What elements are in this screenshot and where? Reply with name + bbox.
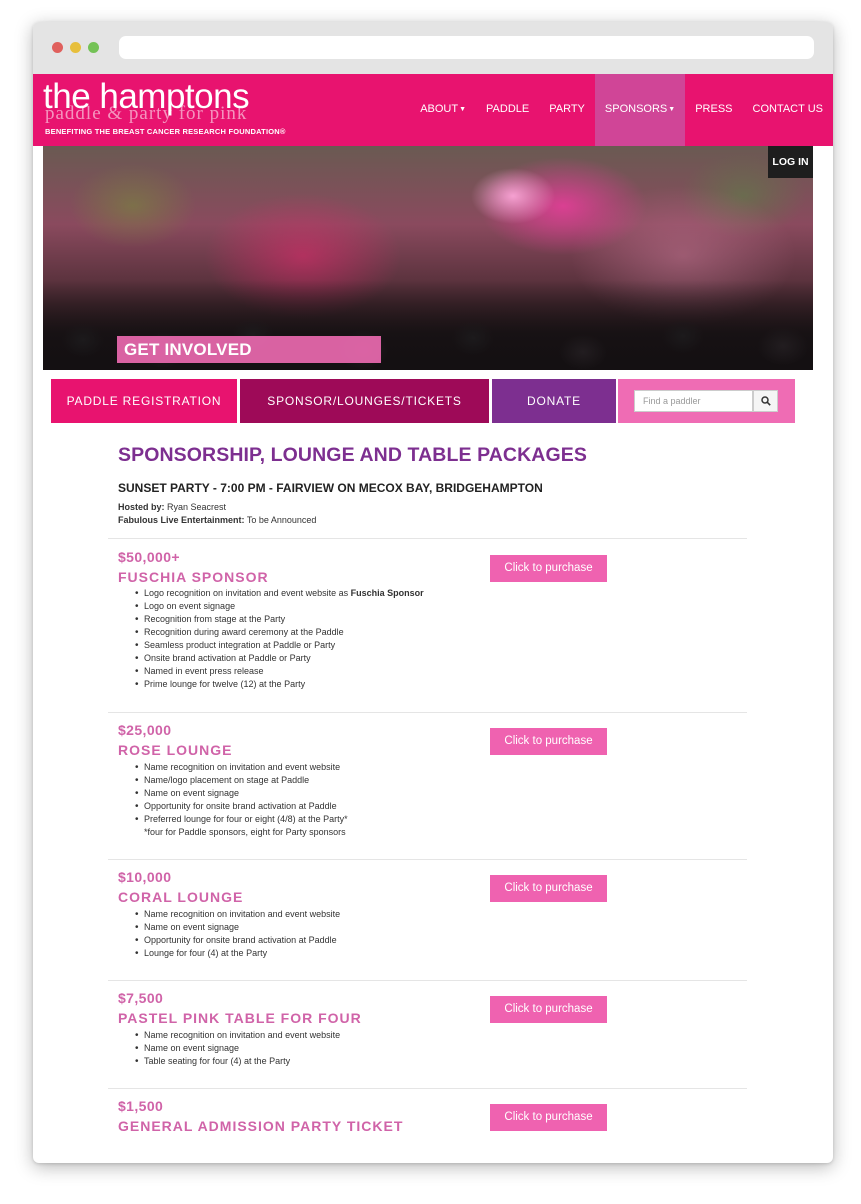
logo-tagline: BENEFITING THE BREAST CANCER RESEARCH FO… bbox=[45, 127, 286, 136]
benefit-item: Opportunity for onsite brand activation … bbox=[135, 934, 340, 947]
entertainment-line: Fabulous Live Entertainment: To be Annou… bbox=[118, 515, 316, 525]
benefit-item: Seamless product integration at Paddle o… bbox=[135, 639, 424, 652]
benefit-list: Name recognition on invitation and event… bbox=[135, 1029, 340, 1068]
purchase-button[interactable]: Click to purchase bbox=[490, 996, 607, 1023]
benefit-item: Logo recognition on invitation and event… bbox=[135, 587, 424, 600]
package-name: PASTEL PINK TABLE FOR FOUR bbox=[118, 1010, 362, 1026]
nav-party[interactable]: PARTY bbox=[539, 74, 595, 146]
entertainment-label: Fabulous Live Entertainment: bbox=[118, 515, 245, 525]
package-price: $50,000+ bbox=[118, 549, 180, 565]
logo-line-2: paddle & party for pink bbox=[45, 103, 248, 124]
benefit-item: Name recognition on invitation and event… bbox=[135, 908, 340, 921]
nav-contact[interactable]: CONTACT US bbox=[743, 74, 834, 146]
search-button[interactable] bbox=[753, 390, 778, 412]
nav-contact-label: CONTACT US bbox=[752, 103, 824, 115]
caret-down-icon: ▼ bbox=[668, 106, 676, 113]
entertainment-value: To be Announced bbox=[246, 515, 317, 525]
benefit-item: Name recognition on invitation and event… bbox=[135, 1029, 340, 1042]
benefit-text: Logo recognition on invitation and event… bbox=[144, 588, 351, 598]
package-name: GENERAL ADMISSION PARTY TICKET bbox=[118, 1118, 404, 1134]
package-pastel-pink-table: $7,500 PASTEL PINK TABLE FOR FOUR Click … bbox=[108, 980, 747, 1088]
benefit-bold-text: Fuschia Sponsor bbox=[350, 588, 424, 598]
paddler-search: Find a paddler bbox=[618, 379, 795, 423]
maximize-window-icon[interactable] bbox=[88, 42, 99, 53]
nav-press[interactable]: PRESS bbox=[685, 74, 742, 146]
nav-paddle[interactable]: PADDLE bbox=[476, 74, 539, 146]
benefit-item: Named in event press release bbox=[135, 665, 424, 678]
page-title: SPONSORSHIP, LOUNGE AND TABLE PACKAGES bbox=[118, 444, 587, 466]
package-price: $10,000 bbox=[118, 869, 172, 885]
caret-down-icon: ▼ bbox=[459, 106, 467, 113]
purchase-button[interactable]: Click to purchase bbox=[490, 1104, 607, 1131]
package-general-admission: $1,500 GENERAL ADMISSION PARTY TICKET Cl… bbox=[108, 1088, 747, 1163]
package-rose-lounge: $25,000 ROSE LOUNGE Click to purchase Na… bbox=[108, 712, 747, 859]
package-fuschia-sponsor: $50,000+ FUSCHIA SPONSOR Click to purcha… bbox=[108, 538, 747, 712]
package-price: $1,500 bbox=[118, 1098, 164, 1114]
purchase-button[interactable]: Click to purchase bbox=[490, 875, 607, 902]
tab-donate[interactable]: DONATE bbox=[492, 379, 616, 423]
purchase-button[interactable]: Click to purchase bbox=[490, 555, 607, 582]
benefit-item: Name on event signage bbox=[135, 787, 348, 800]
address-bar[interactable] bbox=[119, 36, 814, 59]
minimize-window-icon[interactable] bbox=[70, 42, 81, 53]
main-menu: ABOUT▼ PADDLE PARTY SPONSORS▼ PRESS CONT… bbox=[410, 74, 833, 146]
nav-press-label: PRESS bbox=[695, 103, 733, 115]
action-tabs: PADDLE REGISTRATION SPONSOR/LOUNGES/TICK… bbox=[51, 379, 795, 423]
nav-paddle-label: PADDLE bbox=[486, 103, 530, 115]
purchase-button[interactable]: Click to purchase bbox=[490, 728, 607, 755]
benefit-list: Name recognition on invitation and event… bbox=[135, 761, 348, 839]
benefit-item: Prime lounge for twelve (12) at the Part… bbox=[135, 678, 424, 691]
nav-party-label: PARTY bbox=[549, 103, 585, 115]
benefit-list: Name recognition on invitation and event… bbox=[135, 908, 340, 960]
browser-window: the hamptons paddle & party for pink BEN… bbox=[33, 22, 833, 1163]
benefit-item: Table seating for four (4) at the Party bbox=[135, 1055, 340, 1068]
get-involved-banner: GET INVOLVED bbox=[117, 336, 381, 363]
benefit-item: Name on event signage bbox=[135, 1042, 340, 1055]
benefit-item: Name/logo placement on stage at Paddle bbox=[135, 774, 348, 787]
tab-paddle-registration[interactable]: PADDLE REGISTRATION bbox=[51, 379, 237, 423]
close-window-icon[interactable] bbox=[52, 42, 63, 53]
site-logo[interactable]: the hamptons paddle & party for pink BEN… bbox=[43, 78, 286, 142]
package-price: $25,000 bbox=[118, 722, 172, 738]
site-header: the hamptons paddle & party for pink BEN… bbox=[33, 74, 833, 146]
benefit-item: Recognition from stage at the Party bbox=[135, 613, 424, 626]
login-button[interactable]: LOG IN bbox=[768, 146, 813, 178]
host-line: Hosted by: Ryan Seacrest bbox=[118, 502, 226, 512]
nav-sponsors-label: SPONSORS bbox=[604, 103, 668, 115]
benefit-item: Recognition during award ceremony at the… bbox=[135, 626, 424, 639]
nav-about[interactable]: ABOUT▼ bbox=[410, 74, 476, 146]
hero-photo: LOG IN GET INVOLVED bbox=[43, 146, 813, 370]
event-subtitle: SUNSET PARTY - 7:00 PM - FAIRVIEW ON MEC… bbox=[118, 481, 543, 495]
package-name: CORAL LOUNGE bbox=[118, 889, 244, 905]
benefit-note: *four for Paddle sponsors, eight for Par… bbox=[144, 827, 346, 837]
host-label: Hosted by: bbox=[118, 502, 165, 512]
search-icon bbox=[761, 396, 771, 406]
benefit-item: Lounge for four (4) at the Party bbox=[135, 947, 340, 960]
benefit-list: Logo recognition on invitation and event… bbox=[135, 587, 424, 691]
benefit-item: Onsite brand activation at Paddle or Par… bbox=[135, 652, 424, 665]
package-price: $7,500 bbox=[118, 990, 164, 1006]
benefit-item: Name on event signage bbox=[135, 921, 340, 934]
browser-chrome bbox=[33, 22, 833, 74]
benefit-item: Preferred lounge for four or eight (4/8)… bbox=[135, 813, 348, 826]
package-name: FUSCHIA SPONSOR bbox=[118, 569, 269, 585]
package-name: ROSE LOUNGE bbox=[118, 742, 233, 758]
paddler-search-input[interactable]: Find a paddler bbox=[634, 390, 753, 412]
benefit-item: Opportunity for onsite brand activation … bbox=[135, 800, 348, 813]
benefit-item: Logo on event signage bbox=[135, 600, 424, 613]
benefit-item: Name recognition on invitation and event… bbox=[135, 761, 348, 774]
tab-sponsor-lounges-tickets[interactable]: SPONSOR/LOUNGES/TICKETS bbox=[240, 379, 489, 423]
host-value: Ryan Seacrest bbox=[167, 502, 227, 512]
nav-sponsors[interactable]: SPONSORS▼ bbox=[594, 74, 686, 146]
package-coral-lounge: $10,000 CORAL LOUNGE Click to purchase N… bbox=[108, 859, 747, 980]
nav-about-label: ABOUT bbox=[420, 103, 459, 115]
